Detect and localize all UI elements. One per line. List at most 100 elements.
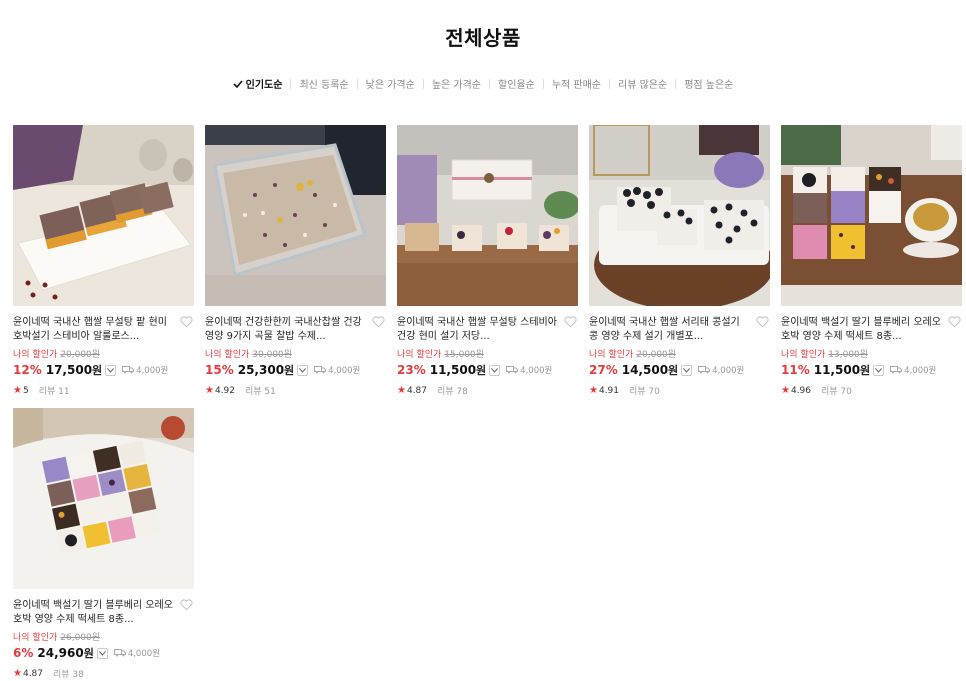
- sort-option-label: 리뷰 많은순: [618, 80, 668, 91]
- heart-outline-icon[interactable]: [756, 316, 769, 328]
- shipping-fee: 4,000원: [113, 647, 160, 659]
- sort-option-label: 인기도순: [245, 80, 283, 91]
- product-name[interactable]: 윤이네떡 국내산 햅쌀 무설탕 팥 현미호박설기 스테비아 알룰로스...: [13, 316, 173, 344]
- star-icon: ★: [589, 385, 598, 396]
- promo-label: 나의 할인가: [589, 350, 634, 360]
- sort-option-rating[interactable]: 평점 높은순: [676, 76, 741, 91]
- shipping-fee: 4,000원: [506, 364, 552, 376]
- truck-icon: [890, 366, 903, 374]
- currency-unit: 원: [284, 364, 295, 377]
- sort-option-sales[interactable]: 누적 판매순: [544, 76, 609, 91]
- truck-icon: [314, 366, 327, 374]
- truck-icon: [113, 649, 126, 657]
- price-detail-button[interactable]: [489, 364, 501, 376]
- product-card[interactable]: 윤이네떡 건강한한끼 국내산찹쌀 건강 영양 9가지 곡물 찰밥 수제... 나…: [205, 125, 386, 397]
- sort-option-low-price[interactable]: 낮은 가격순: [358, 76, 423, 91]
- currency-unit: 원: [668, 364, 679, 377]
- product-image[interactable]: [397, 125, 578, 306]
- truck-icon: [506, 366, 519, 374]
- sort-option-label: 낮은 가격순: [365, 80, 415, 91]
- sort-option-label: 최신 등록순: [299, 80, 349, 91]
- star-icon: ★: [13, 668, 22, 679]
- sort-option-reviews[interactable]: 리뷰 많은순: [610, 76, 675, 91]
- shipping-fee: 4,000원: [698, 364, 744, 376]
- sort-option-label: 할인율순: [498, 80, 535, 91]
- product-card[interactable]: 윤이네떡 국내산 햅쌀 서리태 콩설기 콩 영양 수제 설기 개별포... 나의…: [589, 125, 770, 397]
- currency-unit: 원: [476, 364, 487, 377]
- review-count: 리뷰 11: [38, 387, 70, 397]
- sort-option-popular[interactable]: 인기도순: [225, 76, 291, 91]
- heart-outline-icon[interactable]: [180, 316, 193, 328]
- sale-price: 25,300: [237, 363, 285, 377]
- chevron-down-icon: [107, 367, 115, 373]
- review-count: 리뷰 70: [821, 387, 852, 397]
- star-icon: ★: [397, 385, 406, 396]
- product-image[interactable]: [13, 408, 194, 589]
- product-image[interactable]: [13, 125, 194, 306]
- heart-outline-icon[interactable]: [564, 316, 577, 328]
- original-price: 26,000원: [60, 633, 101, 643]
- price-detail-button[interactable]: [681, 364, 693, 376]
- original-price: 20,000원: [636, 350, 677, 360]
- discount-rate: 12%: [13, 363, 42, 377]
- currency-unit: 원: [83, 647, 94, 660]
- original-price: 20,000원: [60, 350, 101, 360]
- product-name[interactable]: 윤이네떡 국내산 햅쌀 서리태 콩설기 콩 영양 수제 설기 개별포...: [589, 316, 749, 344]
- discount-rate: 6%: [13, 646, 34, 660]
- star-icon: ★: [205, 385, 214, 396]
- chevron-down-icon: [491, 367, 499, 373]
- product-card[interactable]: 윤이네떡 국내산 햅쌀 무설탕 스테비아 건강 현미 설기 저당... 나의 할…: [397, 125, 578, 397]
- star-icon: ★: [13, 385, 22, 396]
- currency-unit: 원: [860, 364, 871, 377]
- sort-option-discount[interactable]: 할인율순: [490, 76, 543, 91]
- discount-rate: 15%: [205, 363, 234, 377]
- product-image[interactable]: [205, 125, 386, 306]
- sort-option-high-price[interactable]: 높은 가격순: [424, 76, 489, 91]
- price-detail-button[interactable]: [297, 364, 309, 376]
- promo-label: 나의 할인가: [205, 350, 250, 360]
- sort-option-label: 누적 판매순: [551, 80, 601, 91]
- truck-icon: [122, 366, 135, 374]
- sort-option-label: 평점 높은순: [684, 80, 734, 91]
- shipping-fee-value: 4,000원: [520, 366, 553, 376]
- rating-value: 4.92: [214, 385, 236, 396]
- sale-price: 14,500: [621, 363, 669, 377]
- price-detail-button[interactable]: [105, 364, 117, 376]
- price-detail-button[interactable]: [873, 364, 885, 376]
- review-count: 리뷰 78: [437, 387, 468, 397]
- review-count: 리뷰 70: [629, 387, 660, 397]
- product-image[interactable]: [589, 125, 770, 306]
- chevron-down-icon: [299, 367, 307, 373]
- sort-bar: 인기도순 최신 등록순 낮은 가격순 높은 가격순 할인율순 누적 판매순 리뷰…: [0, 76, 966, 91]
- sale-price: 24,960: [37, 646, 84, 660]
- sort-option-newest[interactable]: 최신 등록순: [291, 76, 356, 91]
- product-name[interactable]: 윤이네떡 국내산 햅쌀 무설탕 스테비아 건강 현미 설기 저당...: [397, 316, 557, 344]
- sale-price: 11,500: [429, 363, 477, 377]
- original-price: 15,000원: [444, 350, 485, 360]
- heart-outline-icon[interactable]: [948, 316, 961, 328]
- heart-outline-icon[interactable]: [372, 316, 385, 328]
- product-card[interactable]: 윤이네떡 백설기 딸기 블루베리 오레오 호박 영양 수제 떡세트 8종... …: [13, 408, 194, 680]
- shipping-fee-value: 4,000원: [127, 649, 160, 659]
- rating-value: 4.87: [406, 385, 428, 396]
- chevron-down-icon: [875, 367, 883, 373]
- discount-rate: 23%: [397, 363, 426, 377]
- product-name[interactable]: 윤이네떡 백설기 딸기 블루베리 오레오 호박 영양 수제 떡세트 8종...: [13, 599, 173, 627]
- review-count: 리뷰 51: [245, 387, 276, 397]
- product-name[interactable]: 윤이네떡 백설기 딸기 블루베리 오레오 호박 영양 수제 떡세트 8종...: [781, 316, 941, 344]
- star-icon: ★: [781, 385, 790, 396]
- rating-value: 4.87: [22, 668, 44, 679]
- promo-label: 나의 할인가: [397, 350, 442, 360]
- price-detail-button[interactable]: [96, 647, 108, 659]
- rating-value: 5: [22, 385, 29, 396]
- product-card[interactable]: 윤이네떡 백설기 딸기 블루베리 오레오 호박 영양 수제 떡세트 8종... …: [781, 125, 962, 397]
- product-image[interactable]: [781, 125, 962, 306]
- currency-unit: 원: [92, 364, 103, 377]
- check-icon: [233, 79, 243, 88]
- truck-icon: [698, 366, 711, 374]
- heart-outline-icon[interactable]: [180, 599, 193, 611]
- sale-price: 17,500: [45, 363, 93, 377]
- product-card[interactable]: 윤이네떡 국내산 햅쌀 무설탕 팥 현미호박설기 스테비아 알룰로스... 나의…: [13, 125, 194, 397]
- discount-rate: 27%: [589, 363, 618, 377]
- product-name[interactable]: 윤이네떡 건강한한끼 국내산찹쌀 건강 영양 9가지 곡물 찰밥 수제...: [205, 316, 365, 344]
